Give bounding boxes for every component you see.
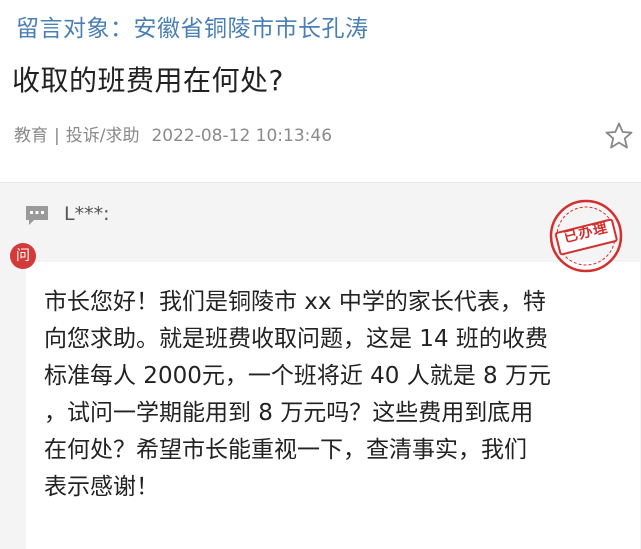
post-datetime: 2022-08-12 10:13:46 [151,126,333,146]
body-line: 标准每人 2000元，一个班将近 40 人就是 8 万元 [44,363,551,389]
question-badge: 问 [10,243,36,269]
author-name: L***: [64,203,110,225]
message-header: 留言对象：安徽省铜陵市市长孔涛 收取的班费用在何处? 教育 | 投诉/求助 2022-… [0,0,641,182]
star-outline-icon[interactable] [604,121,634,151]
category-tag[interactable]: 教育 [14,126,48,146]
recipient-line: 留言对象：安徽省铜陵市市长孔涛 [16,16,369,42]
message-meta: 教育 | 投诉/求助 2022-08-12 10:13:46 [14,125,332,147]
comment-bubble-icon [26,206,48,225]
body-line: 在何处？希望市长能重视一下，查清事实，我们 [44,437,527,463]
body-line: ，试问一学期能用到 8 万元吗？这些费用到底用 [44,400,534,426]
type-tag[interactable]: 投诉/求助 [66,126,140,146]
body-line: 向您求助。就是班费收取问题，这是 14 班的收费 [44,326,548,352]
meta-separator: | [54,126,60,146]
question-body: 市长您好！我们是铜陵市 xx 中学的家长代表，特 向您求助。就是班费收取问题，这… [44,284,634,506]
body-line: 市长您好！我们是铜陵市 xx 中学的家长代表，特 [44,289,546,315]
message-title: 收取的班费用在何处? [12,64,284,97]
body-line: 表示感谢！ [44,474,159,500]
